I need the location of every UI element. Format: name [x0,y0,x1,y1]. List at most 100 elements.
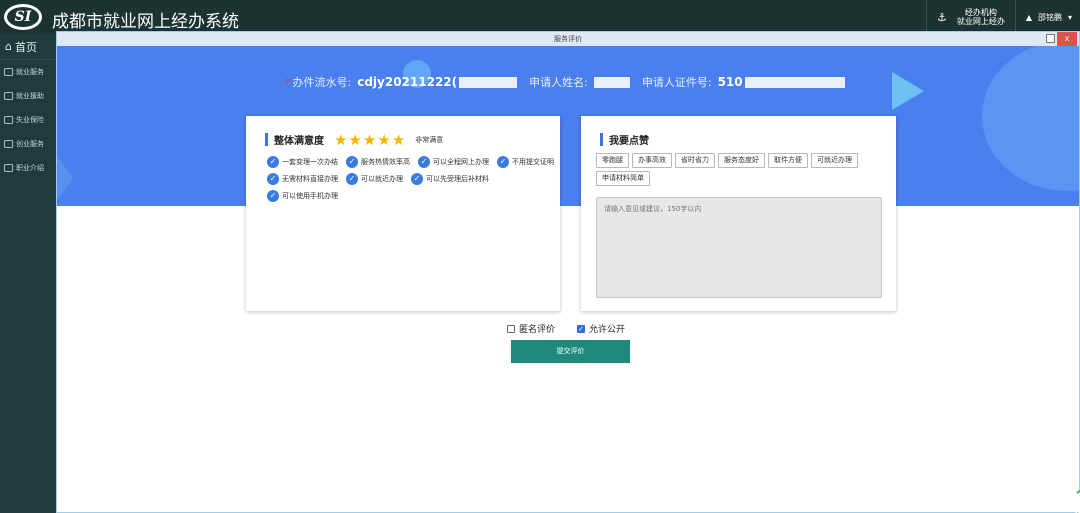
title-accent-bar [265,133,268,146]
folder-icon [4,164,13,172]
tag-label: 可以全程网上办理 [433,157,489,166]
anchor-icon: ⚓ [936,10,947,24]
sidebar-item-label: 职业介绍 [16,164,44,172]
satisfaction-tag[interactable]: ✓ 可以全程网上办理 [418,155,489,168]
satisfaction-tag[interactable]: ✓ 不用提交证明 [497,155,554,168]
redacted-block [593,76,630,88]
dialog-titlebar: 服务评价 x [57,32,1079,46]
rating-text: 非常满意 [415,135,444,144]
overall-satisfaction-card: 整体满意度 ★ ★ ★ ★ ★ 非常满意 ✓ 一套变理一次办结 ✓ 服务热情效率高 … [246,116,560,311]
agency-name: 就业网上经办 [956,17,1005,26]
card-header: 我要点赞 [600,132,649,147]
applicant-name-label: 申请人姓名: [529,76,588,89]
public-checkbox[interactable]: ✓ [577,324,586,333]
redacted-block [459,76,518,88]
sidebar-item-job-referral[interactable]: 职业介绍 [0,156,56,180]
sidebar: ⌂ 首页 就业服务 就业援助 失业保险 创业服务 职业介绍 [0,34,56,513]
star-icon[interactable]: ★ [392,132,405,147]
card-header: 整体满意度 ★ ★ ★ ★ ★ 非常满意 [265,132,443,147]
check-circle-icon: ✓ [267,155,279,168]
applicant-id-label: 申请人证件号: [641,76,712,89]
check-circle-icon: ✓ [418,155,430,168]
satisfaction-tags: ✓ 一套变理一次办结 ✓ 服务热情效率高 ✓ 可以全程网上办理 ✓ 不用提交证明 ✓ 无需… [267,155,557,202]
top-header: SI 成都市就业网上经办系统 ⚓ 经办机构 就业网上经办 ▲ 邵铭鹏 ▾ [0,0,1080,34]
sidebar-item-label: 就业服务 [16,68,44,76]
check-circle-icon: ✓ [346,155,358,168]
sidebar-item-home[interactable]: ⌂ 首页 [0,34,56,60]
decor-triangle [892,72,924,110]
praise-button[interactable]: 办事高效 [632,153,672,168]
document-icon [4,68,13,76]
check-circle-icon: ✓ [497,155,509,168]
star-rating[interactable]: ★ ★ ★ ★ ★ [334,132,405,147]
star-icon[interactable]: ★ [363,132,376,147]
user-name: 邵铭鹏 [1037,12,1062,22]
check-circle-icon: ✓ [411,172,423,185]
chevron-down-icon: ▾ [1067,12,1072,22]
home-icon: ⌂ [5,40,12,53]
grid-icon [4,92,13,100]
sidebar-item-label: 创业服务 [16,140,44,148]
tag-label: 可以先受理后补材料 [426,174,489,183]
praise-buttons: 零跑腿 办事高效 省时省力 服务态度好 取件方便 可就近办理 申请材料简单 [596,153,888,186]
maximize-button[interactable] [1046,34,1055,43]
service-evaluation-dialog: 服务评价 x * 办件流水号: cdjy20211222( 申请人姓名: 申请人… [56,31,1080,513]
user-menu[interactable]: ▲ 邵铭鹏 ▾ [1016,12,1080,23]
praise-button[interactable]: 服务态度好 [718,153,765,168]
star-icon[interactable]: ★ [334,132,347,147]
sidebar-item-entrepreneurship[interactable]: 创业服务 [0,132,56,156]
star-icon[interactable]: ★ [348,132,361,147]
tag-label: 一套变理一次办结 [282,157,338,166]
dialog-title: 服务评价 [554,35,582,43]
publish-options: 匿名评价 ✓ 允许公开 [507,322,625,335]
anonymous-checkbox[interactable] [507,324,515,333]
title-accent-bar [600,133,603,146]
satisfaction-tag[interactable]: ✓ 一套变理一次办结 [267,155,338,168]
user-icon: ▲ [1025,12,1032,22]
praise-button[interactable]: 可就近办理 [811,153,858,168]
required-mark: * [285,75,291,89]
flow-number-value: cdjy20211222( [357,75,458,89]
satisfaction-tag[interactable]: ✓ 可以先受理后补材料 [411,172,489,185]
agency-label: 经办机构 [964,8,997,17]
briefcase-icon [4,140,13,148]
decor-triangle [57,156,73,200]
satisfaction-tag[interactable]: ✓ 可以就近办理 [346,172,403,185]
tag-label: 服务热情效率高 [361,157,410,166]
satisfaction-tag[interactable]: ✓ 无需材料直接办理 [267,172,338,185]
card-icon [4,116,13,124]
feedback-textarea[interactable] [596,197,882,298]
satisfaction-tag[interactable]: ✓ 服务热情效率高 [346,155,410,168]
overall-title: 整体满意度 [274,136,324,147]
submit-button[interactable]: 提交评价 [511,340,630,363]
praise-button[interactable]: 取件方便 [768,153,808,168]
check-circle-icon: ✓ [267,189,279,202]
star-icon[interactable]: ★ [377,132,390,147]
check-circle-icon: ✓ [346,172,358,185]
agency-switcher[interactable]: ⚓ 经办机构 就业网上经办 [927,8,1015,26]
dialog-body: * 办件流水号: cdjy20211222( 申请人姓名: 申请人证件号: 51… [57,46,1079,512]
app-title: 成都市就业网上经办系统 [52,12,239,32]
sidebar-item-label: 就业援助 [16,92,44,100]
sidebar-item-employment-aid[interactable]: 就业援助 [0,84,56,108]
public-label: 允许公开 [589,325,626,335]
praise-button[interactable]: 零跑腿 [596,153,629,168]
tag-label: 可以使用手机办理 [282,191,338,200]
sidebar-item-label: 失业保险 [16,116,44,124]
praise-card: 我要点赞 零跑腿 办事高效 省时省力 服务态度好 取件方便 可就近办理 申请材料… [581,116,896,311]
praise-button[interactable]: 省时省力 [675,153,715,168]
banner: * 办件流水号: cdjy20211222( 申请人姓名: 申请人证件号: 51… [57,46,1079,206]
tag-label: 不用提交证明 [512,157,554,166]
satisfaction-tag[interactable]: ✓ 可以使用手机办理 [267,189,338,202]
check-circle-icon: ✓ [267,172,279,185]
public-option[interactable]: ✓ 允许公开 [577,322,625,335]
anonymous-option[interactable]: 匿名评价 [507,322,555,335]
close-button[interactable]: x [1057,32,1077,46]
sidebar-item-label: 首页 [14,40,37,54]
praise-button[interactable]: 申请材料简单 [596,171,650,186]
praise-title: 我要点赞 [609,136,649,147]
sidebar-item-unemployment-insurance[interactable]: 失业保险 [0,108,56,132]
sidebar-item-employment-service[interactable]: 就业服务 [0,60,56,84]
flow-number-label: 办件流水号: [292,76,352,89]
redacted-block [744,76,845,88]
